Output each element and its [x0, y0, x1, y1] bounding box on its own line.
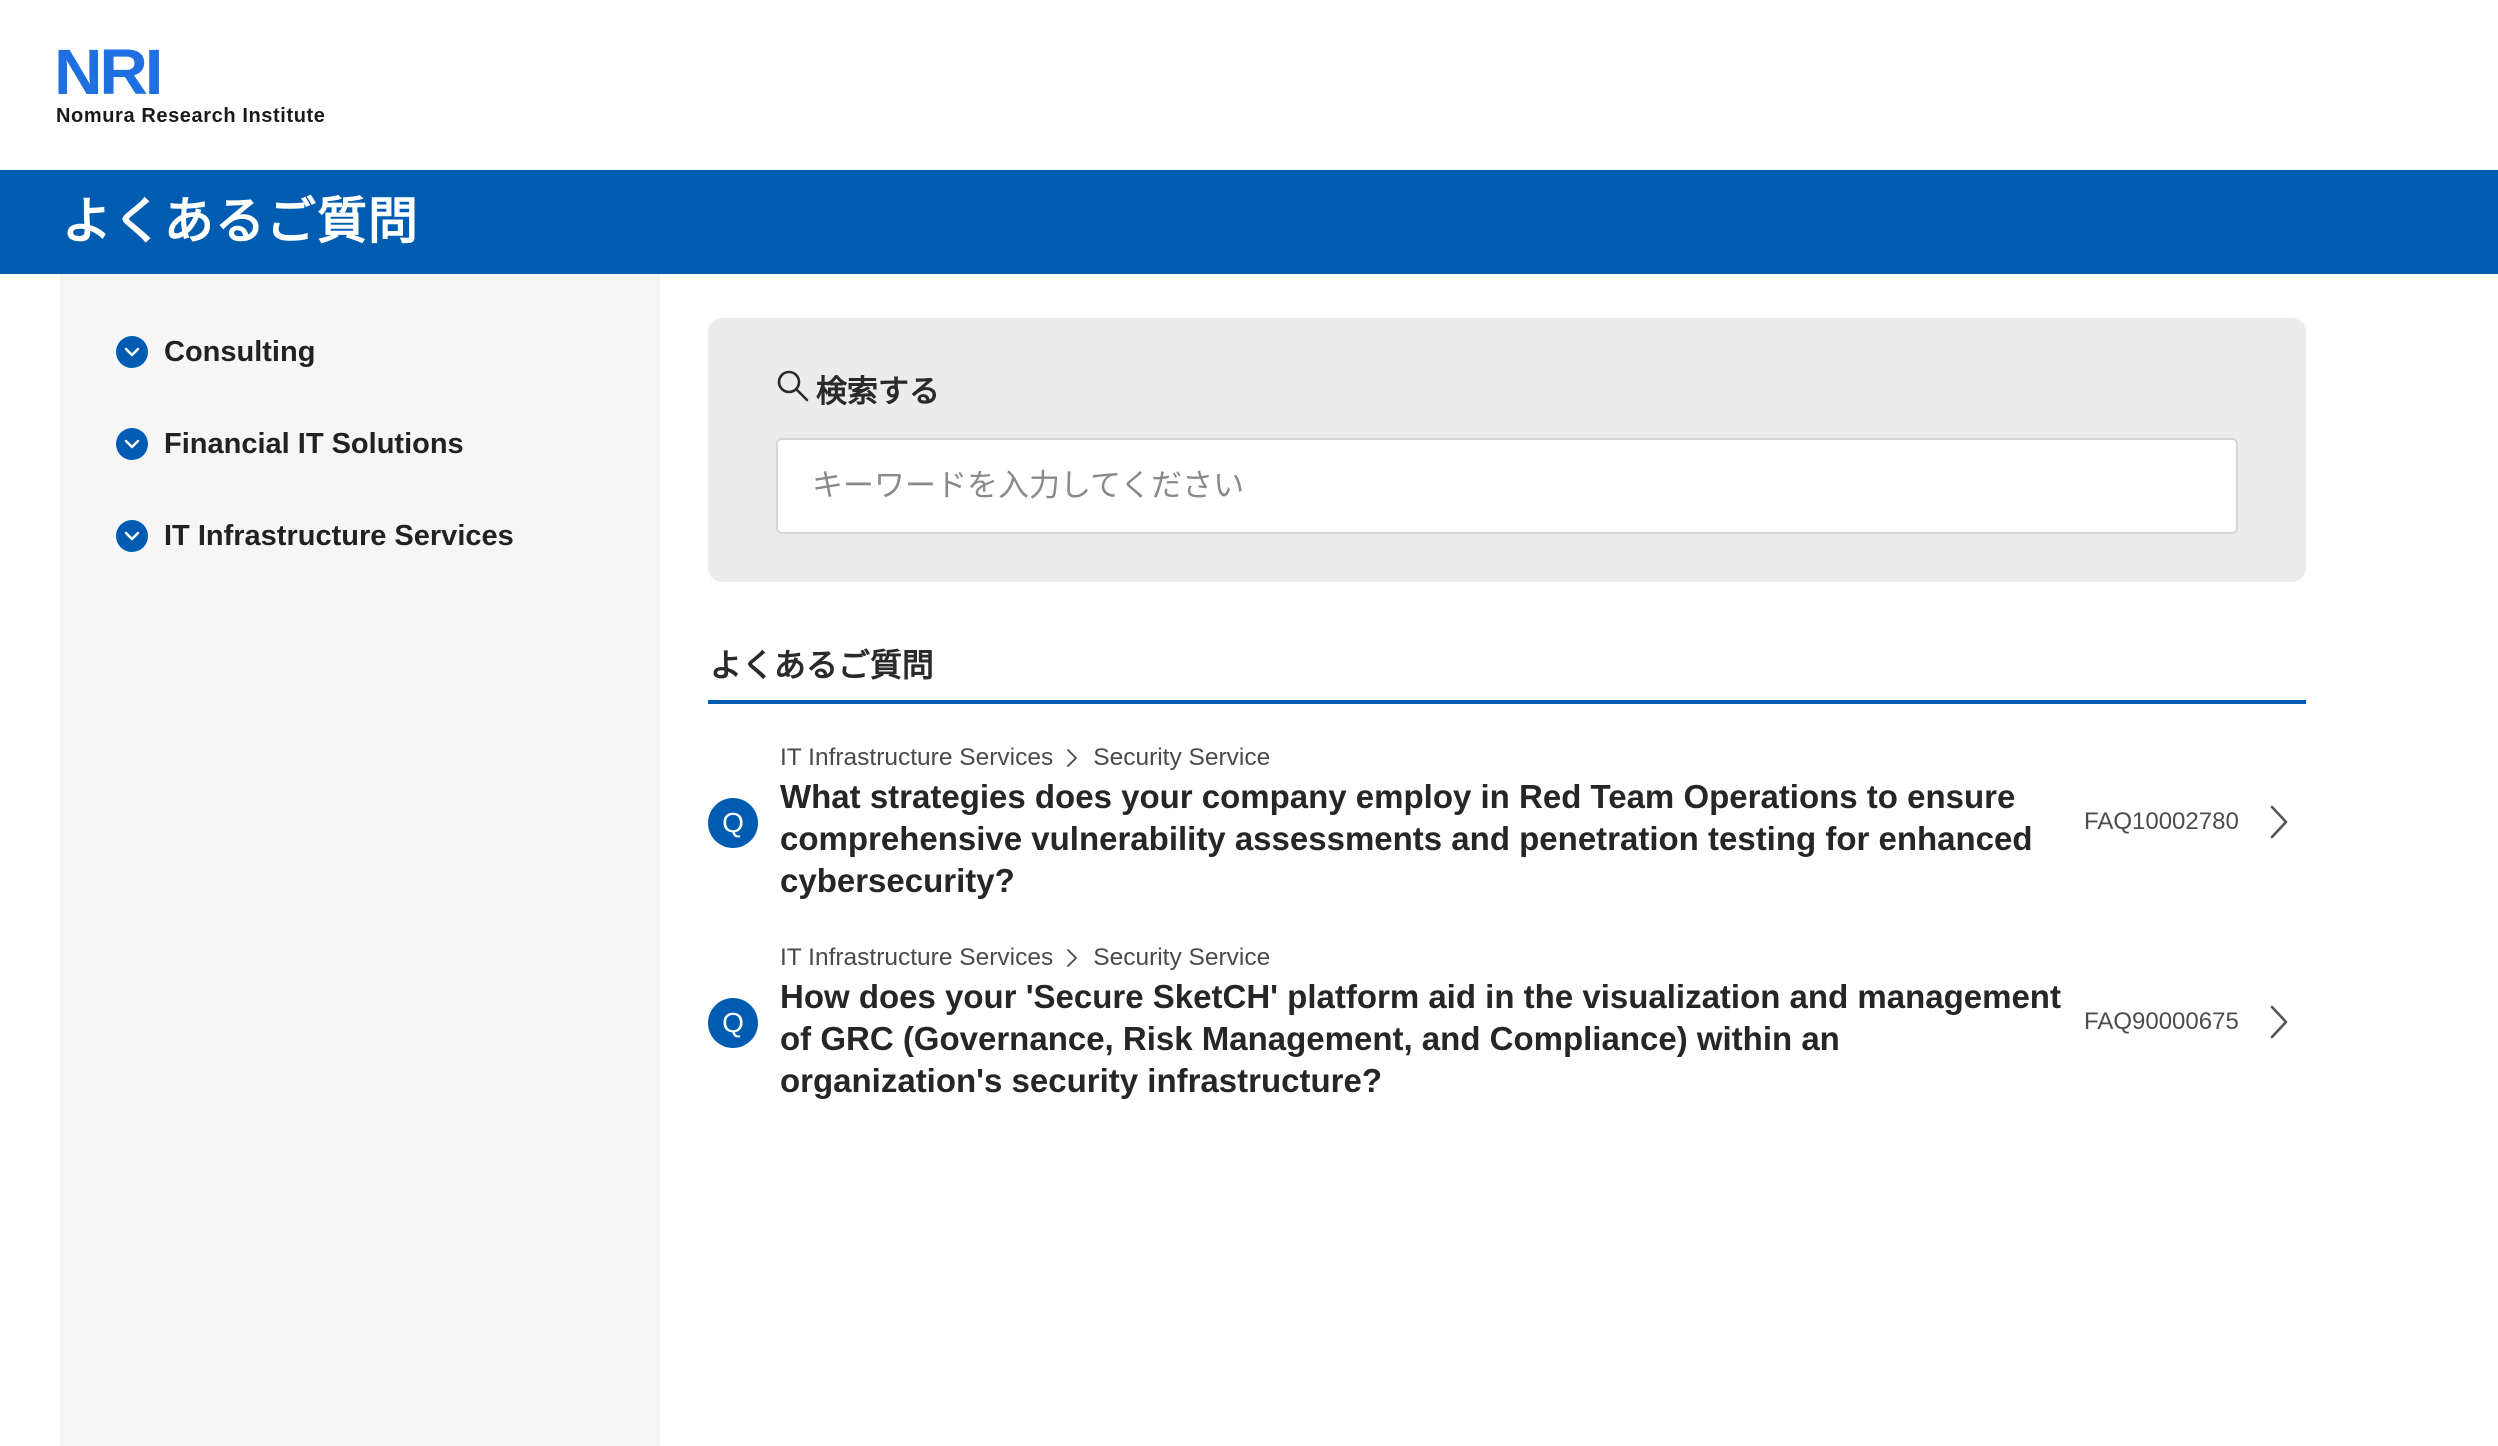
search-heading: 検索する: [776, 366, 940, 410]
chevron-right-icon: [1067, 949, 1078, 967]
faq-section-heading: よくあるご質問: [710, 646, 935, 684]
faq-list-item[interactable]: IT Infrastructure Services Security Serv…: [708, 940, 2306, 1136]
search-heading-label: 検索する: [816, 373, 940, 410]
chevron-down-icon: [116, 520, 148, 552]
search-icon: [776, 369, 810, 408]
section-divider: [708, 700, 2306, 704]
site-header: NRI Nomura Research Institute: [0, 0, 2498, 170]
sidebar-item-label: IT Infrastructure Services: [164, 519, 514, 552]
faq-question[interactable]: How does your 'Secure SketCH' platform a…: [780, 976, 2070, 1102]
sidebar-item-label: Consulting: [164, 335, 316, 368]
sidebar: Consulting Financial IT Solutions IT Inf…: [60, 274, 660, 1446]
breadcrumb-item[interactable]: Security Service: [1093, 744, 1270, 772]
search-panel: 検索する: [708, 318, 2306, 582]
question-badge-icon: Q: [708, 798, 758, 848]
title-band: よくあるご質問: [0, 170, 2498, 274]
search-input[interactable]: [776, 438, 2238, 534]
nri-logo[interactable]: NRI Nomura Research Institute: [54, 40, 354, 140]
faq-list-item[interactable]: IT Infrastructure Services Security Serv…: [708, 740, 2306, 936]
chevron-right-icon[interactable]: [2268, 1004, 2290, 1040]
faq-id: FAQ90000675: [2084, 1008, 2239, 1035]
chevron-right-icon: [1067, 749, 1078, 767]
chevron-right-icon[interactable]: [2268, 804, 2290, 840]
sidebar-item-financial-it-solutions[interactable]: Financial IT Solutions: [116, 424, 464, 464]
chevron-down-icon: [116, 428, 148, 460]
question-badge-icon: Q: [708, 998, 758, 1048]
chevron-down-icon: [116, 336, 148, 368]
breadcrumb-item[interactable]: IT Infrastructure Services: [780, 944, 1053, 972]
faq-question[interactable]: What strategies does your company employ…: [780, 776, 2070, 902]
sidebar-item-it-infrastructure-services[interactable]: IT Infrastructure Services: [116, 516, 514, 556]
sidebar-item-consulting[interactable]: Consulting: [116, 332, 315, 372]
sidebar-item-label: Financial IT Solutions: [164, 427, 464, 460]
logo-subtitle: Nomura Research Institute: [56, 105, 326, 127]
page-title: よくあるご質問: [62, 192, 419, 250]
logo-mark: NRI: [54, 36, 163, 108]
breadcrumb-item[interactable]: IT Infrastructure Services: [780, 744, 1053, 772]
breadcrumb-item[interactable]: Security Service: [1093, 944, 1270, 972]
breadcrumb: IT Infrastructure Services Security Serv…: [780, 940, 1270, 976]
breadcrumb: IT Infrastructure Services Security Serv…: [780, 740, 1270, 776]
faq-id: FAQ10002780: [2084, 808, 2239, 835]
